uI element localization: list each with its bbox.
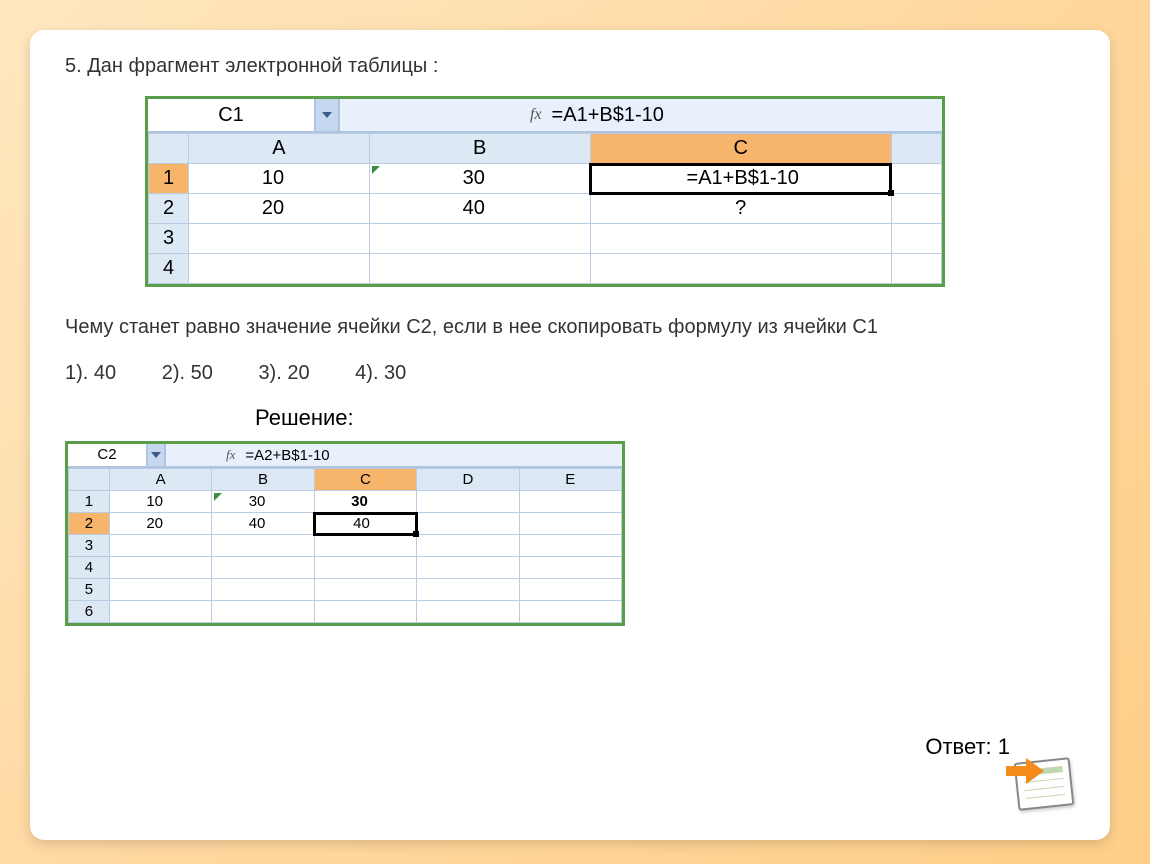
- cell[interactable]: [189, 224, 370, 254]
- cell[interactable]: [891, 224, 941, 254]
- formula-section: fx =А1+В$1-10: [340, 104, 942, 127]
- cell-c2[interactable]: ?: [590, 194, 891, 224]
- cell-blank[interactable]: [891, 164, 941, 194]
- row-header-1[interactable]: 1: [149, 164, 189, 194]
- cell2-c1[interactable]: 30: [314, 491, 416, 513]
- cell[interactable]: [369, 224, 590, 254]
- cell[interactable]: [519, 513, 621, 535]
- name-box[interactable]: C1: [148, 99, 316, 131]
- cell[interactable]: [417, 579, 519, 601]
- col-header-e2[interactable]: E: [519, 469, 621, 491]
- cell[interactable]: [417, 557, 519, 579]
- cell[interactable]: [519, 557, 621, 579]
- fx-icon-2[interactable]: fx: [226, 447, 235, 463]
- cell-b2[interactable]: 40: [369, 194, 590, 224]
- formula-value[interactable]: =А1+В$1-10: [552, 104, 664, 127]
- col-header-a2[interactable]: A: [109, 469, 211, 491]
- cell[interactable]: [189, 254, 370, 284]
- col-header-b[interactable]: B: [369, 134, 590, 164]
- spreadsheet-fragment-1: C1 fx =А1+В$1-10 A B C 1 10 30 =А1+В$1-1…: [145, 96, 945, 287]
- cell-b1[interactable]: 30: [369, 164, 590, 194]
- cell2-b2[interactable]: 40: [212, 513, 314, 535]
- option-1: 1). 40: [65, 362, 116, 384]
- option-4: 4). 30: [355, 362, 406, 384]
- cell[interactable]: [314, 579, 416, 601]
- cell[interactable]: [109, 535, 211, 557]
- cell[interactable]: [417, 491, 519, 513]
- question-body: Чему станет равно значение ячейки С2, ес…: [65, 312, 1075, 342]
- formula-bar-2: C2 fx =A2+B$1-10: [68, 444, 622, 468]
- cell[interactable]: [519, 579, 621, 601]
- question-title: 5. Дан фрагмент электронной таблицы :: [65, 55, 1075, 78]
- name-box-2[interactable]: C2: [68, 444, 148, 466]
- answer-text: Ответ: 1: [925, 734, 1010, 760]
- row-header-6b[interactable]: 6: [69, 601, 110, 623]
- col-header-c[interactable]: C: [590, 134, 891, 164]
- select-all-corner-2[interactable]: [69, 469, 110, 491]
- cell-a2[interactable]: 20: [189, 194, 370, 224]
- col-header-c2[interactable]: C: [314, 469, 416, 491]
- row-header-4[interactable]: 4: [149, 254, 189, 284]
- cell[interactable]: [417, 601, 519, 623]
- cell[interactable]: [109, 557, 211, 579]
- cell[interactable]: [212, 557, 314, 579]
- cell2-c2-selected[interactable]: 40: [314, 513, 416, 535]
- formula-value-2[interactable]: =A2+B$1-10: [245, 447, 329, 464]
- cell[interactable]: [314, 601, 416, 623]
- row-header-3b[interactable]: 3: [69, 535, 110, 557]
- option-2: 2). 50: [162, 362, 213, 384]
- select-all-corner[interactable]: [149, 134, 189, 164]
- option-3: 3). 20: [258, 362, 309, 384]
- cell[interactable]: [417, 535, 519, 557]
- cell[interactable]: [891, 254, 941, 284]
- row-header-2[interactable]: 2: [149, 194, 189, 224]
- row-header-3[interactable]: 3: [149, 224, 189, 254]
- solution-label: Решение:: [255, 405, 1075, 431]
- cell[interactable]: [417, 513, 519, 535]
- cell[interactable]: [212, 579, 314, 601]
- spreadsheet-grid[interactable]: A B C 1 10 30 =А1+В$1-10 2 20 40 ? 3: [148, 133, 942, 284]
- cell2-a1[interactable]: 10: [109, 491, 211, 513]
- formula-section-2: fx =A2+B$1-10: [166, 447, 622, 464]
- cell[interactable]: [590, 224, 891, 254]
- col-header-d2[interactable]: D: [417, 469, 519, 491]
- answer-options: 1). 40 2). 50 3). 20 4). 30: [65, 362, 1075, 385]
- fx-icon[interactable]: fx: [530, 106, 542, 124]
- spreadsheet-fragment-2: C2 fx =A2+B$1-10 A B C D E 1 10 30 30: [65, 441, 625, 626]
- cell-blank[interactable]: [891, 194, 941, 224]
- cell[interactable]: [109, 601, 211, 623]
- cell2-a2[interactable]: 20: [109, 513, 211, 535]
- cell[interactable]: [314, 557, 416, 579]
- col-header-b2[interactable]: B: [212, 469, 314, 491]
- col-header-blank[interactable]: [891, 134, 941, 164]
- cell-a1[interactable]: 10: [189, 164, 370, 194]
- cell[interactable]: [590, 254, 891, 284]
- col-header-a[interactable]: A: [189, 134, 370, 164]
- cell[interactable]: [212, 601, 314, 623]
- namebox-dropdown-icon[interactable]: [316, 99, 340, 131]
- cell[interactable]: [212, 535, 314, 557]
- row-header-5b[interactable]: 5: [69, 579, 110, 601]
- row-header-4b[interactable]: 4: [69, 557, 110, 579]
- formula-bar: C1 fx =А1+В$1-10: [148, 99, 942, 133]
- cell[interactable]: [519, 535, 621, 557]
- cell[interactable]: [519, 491, 621, 513]
- cell[interactable]: [109, 579, 211, 601]
- cell[interactable]: [369, 254, 590, 284]
- namebox-dropdown-icon-2[interactable]: [148, 444, 166, 466]
- cell[interactable]: [519, 601, 621, 623]
- cell2-b1[interactable]: 30: [212, 491, 314, 513]
- content-card: 5. Дан фрагмент электронной таблицы : C1…: [30, 30, 1110, 840]
- excel-icon: [1002, 748, 1082, 818]
- spreadsheet-grid-2[interactable]: A B C D E 1 10 30 30 2 20 40 40 3 4: [68, 468, 622, 623]
- cell-c1-selected[interactable]: =А1+В$1-10: [590, 164, 891, 194]
- row-header-1b[interactable]: 1: [69, 491, 110, 513]
- cell[interactable]: [314, 535, 416, 557]
- row-header-2b[interactable]: 2: [69, 513, 110, 535]
